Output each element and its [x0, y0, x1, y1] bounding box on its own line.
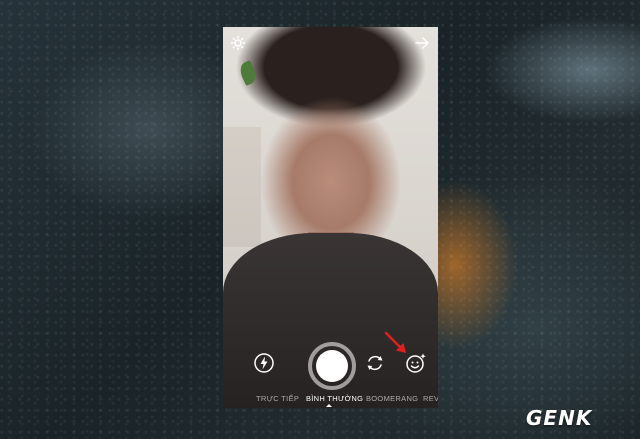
shutter-button-core[interactable]	[316, 350, 348, 382]
plant-leaf	[237, 60, 259, 86]
mode-rewind[interactable]: REV	[423, 394, 438, 403]
arrow-right-icon[interactable]	[414, 35, 430, 51]
selected-mode-caret	[326, 404, 332, 407]
genk-logo: GENK	[526, 406, 593, 430]
mode-normal[interactable]: BÌNH THƯỜNG	[306, 394, 363, 403]
wall-background	[223, 127, 261, 247]
background-blur: TRỰC TIẾP BÌNH THƯỜNG BOOMERANG REV GENK	[0, 0, 640, 439]
mode-boomerang[interactable]: BOOMERANG	[366, 394, 418, 403]
flash-icon[interactable]	[253, 352, 275, 374]
gear-icon[interactable]	[230, 35, 246, 51]
mode-live[interactable]: TRỰC TIẾP	[256, 394, 299, 403]
shutter-button[interactable]	[308, 342, 356, 390]
annotation-arrow	[383, 330, 409, 356]
